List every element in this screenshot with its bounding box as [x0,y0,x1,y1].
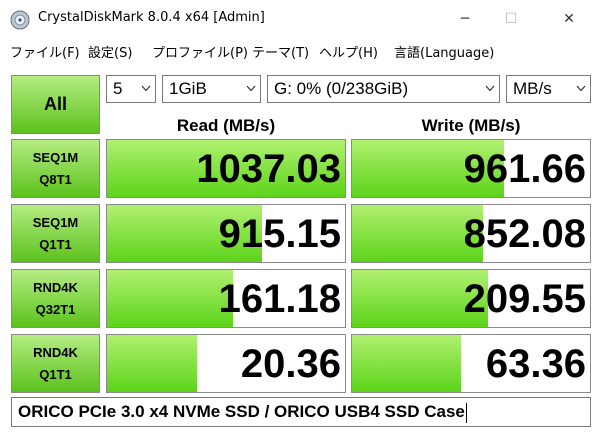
write-value: 852.08 [463,212,586,256]
close-button[interactable]: ✕ [546,0,592,38]
maximize-button[interactable]: ☐ [488,0,534,38]
write-value: 63.36 [485,342,586,386]
test-queue: Q8T1 [39,171,72,187]
menu-language[interactable]: 言語(Language) [394,42,494,61]
test-size-select[interactable]: 1GiB [162,75,261,103]
minimize-button[interactable]: ─ [442,0,488,38]
write-result-seq1m-q1t1: 852.08 [351,204,591,263]
all-button[interactable]: All [11,75,100,134]
read-result-seq1m-q8t1: 1037.03 [106,139,346,198]
title-bar: CrystalDiskMark 8.0.4 x64 [Admin] ─ ☐ ✕ [0,0,602,38]
test-queue: Q32T1 [35,301,76,317]
read-result-rnd4k-q32t1: 161.18 [106,269,346,328]
menu-theme[interactable]: テーマ(T) [252,42,309,61]
comment-field[interactable]: ORICO PCIe 3.0 x4 NVMe SSD / ORICO USB4 … [11,397,591,427]
read-value: 915.15 [218,212,341,256]
test-size-value: 1GiB [169,79,207,98]
drive-value: G: 0% (0/238GiB) [274,79,409,98]
seq1m-q8t1-button[interactable]: SEQ1M Q8T1 [11,139,100,198]
unit-select[interactable]: MB/s [506,75,591,103]
write-column-header: Write (MB/s) [421,116,521,135]
menu-settings[interactable]: 設定(S) [88,42,132,61]
menu-bar: ファイル(F) 設定(S) プロファイル(P) テーマ(T) ヘルプ(H) 言語… [0,38,602,64]
menu-file[interactable]: ファイル(F) [10,42,80,61]
test-count-value: 5 [113,79,123,98]
test-name: RND4K [33,344,78,360]
menu-profile[interactable]: プロファイル(P) [152,42,248,61]
read-column-header: Read (MB/s) [176,116,276,135]
unit-value: MB/s [513,79,552,98]
read-value: 1037.03 [196,147,341,191]
test-name: RND4K [33,279,78,295]
write-result-rnd4k-q32t1: 209.55 [351,269,591,328]
rnd4k-q1t1-button[interactable]: RND4K Q1T1 [11,334,100,393]
test-name: SEQ1M [32,214,79,230]
crystaldiskmark-disk-icon [10,10,30,30]
test-queue: Q1T1 [39,236,72,252]
rnd4k-q32t1-button[interactable]: RND4K Q32T1 [11,269,100,328]
write-value: 209.55 [463,277,586,321]
comment-text: ORICO PCIe 3.0 x4 NVMe SSD / ORICO USB4 … [18,402,465,421]
read-bar [107,335,198,392]
window-title: CrystalDiskMark 8.0.4 x64 [Admin] [38,10,265,25]
seq1m-q1t1-button[interactable]: SEQ1M Q1T1 [11,204,100,263]
chevron-down-icon [485,85,495,92]
chevron-down-icon [141,85,151,92]
text-caret [465,402,467,423]
chevron-down-icon [246,85,256,92]
test-name: SEQ1M [32,149,79,165]
test-queue: Q1T1 [39,366,72,382]
read-value: 20.36 [240,342,341,386]
read-value: 161.18 [218,277,341,321]
write-bar [352,335,462,392]
read-bar [107,270,234,327]
chevron-down-icon [576,85,586,92]
write-result-seq1m-q8t1: 961.66 [351,139,591,198]
drive-select[interactable]: G: 0% (0/238GiB) [267,75,500,103]
menu-help[interactable]: ヘルプ(H) [319,42,378,61]
read-result-rnd4k-q1t1: 20.36 [106,334,346,393]
write-value: 961.66 [463,147,586,191]
test-count-select[interactable]: 5 [106,75,156,103]
write-result-rnd4k-q1t1: 63.36 [351,334,591,393]
read-result-seq1m-q1t1: 915.15 [106,204,346,263]
